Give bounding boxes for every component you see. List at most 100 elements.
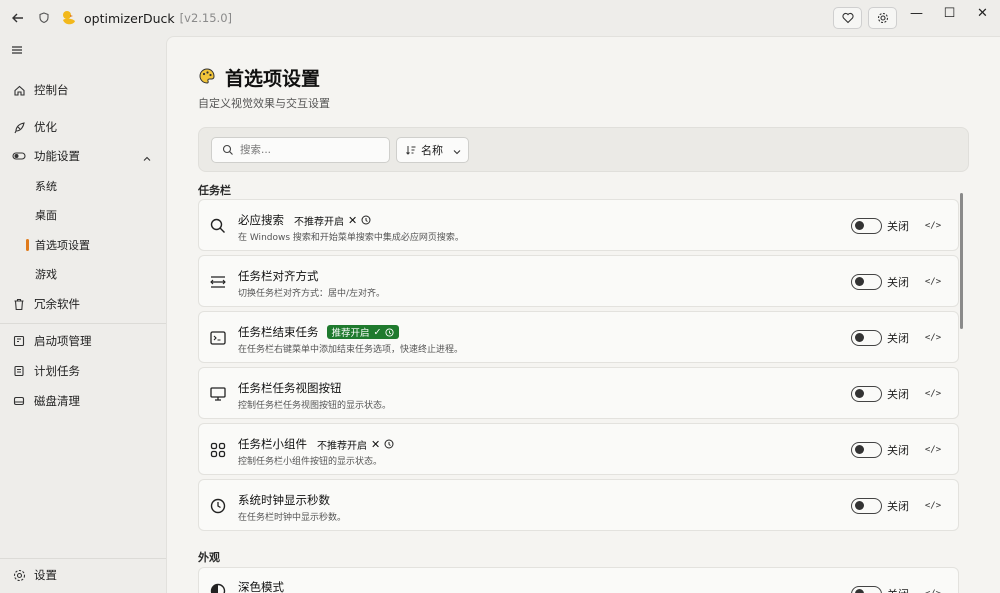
toggle-state-label: 关闭 [887,444,909,457]
x-icon: ✕ [348,213,358,227]
code-icon[interactable]: </> [923,217,943,235]
theme-button[interactable] [868,7,897,29]
setting-toggle[interactable] [851,330,882,346]
tag-label: 不推荐开启 [317,440,367,452]
chevron-up-icon [143,152,151,161]
sidebar-item-optimize[interactable]: 优化 [0,114,166,140]
gear-icon [877,12,888,24]
filter-toolbar: 名称 [198,127,969,172]
heart-icon [841,12,854,24]
setting-toggle[interactable] [851,442,882,458]
sidebar-item-dashboard[interactable]: 控制台 [0,77,166,103]
maximize-button[interactable]: ☐ [933,0,966,26]
minimize-button[interactable]: — [900,0,933,26]
scrollbar[interactable] [960,193,963,329]
sidebar-item-startup[interactable]: 启动项管理 [0,328,166,354]
code-icon[interactable]: </> [923,497,943,515]
code-icon[interactable]: </> [923,329,943,347]
not-recommended-tag: 不推荐开启 ✕ [317,437,394,452]
code-icon[interactable]: </> [923,385,943,403]
setting-title: 任务栏结束任务 [238,325,319,339]
sidebar-subitem-label: 桌面 [35,209,57,222]
startup-icon [12,334,26,348]
clock-icon [209,497,227,515]
not-recommended-tag: 不推荐开启 ✕ [294,213,371,228]
sidebar-subitem-label: 游戏 [35,268,57,281]
check-icon: ✓ [373,326,382,338]
main-panel: 首选项设置 自定义视觉效果与交互设置 名称 任务栏 必应搜索 不推荐开启 ✕ 在… [166,36,1000,593]
menu-toggle-icon[interactable] [11,44,25,58]
sidebar-item-features[interactable]: 功能设置 [0,143,166,169]
toggle-state-label: 关闭 [887,586,909,593]
setting-card: 深色模式 关闭 </> [198,567,959,593]
monitor-icon [209,385,227,403]
toggle-state-label: 关闭 [887,388,909,401]
tag-label: 不推荐开启 [294,216,344,228]
duck-logo-icon [60,9,78,27]
trash-icon [12,297,26,311]
sidebar-item-label: 磁盘清理 [34,394,80,408]
setting-card: 任务栏结束任务 推荐开启 ✓ 在任务栏右键菜单中添加结束任务选项，快速终止进程。… [198,311,959,363]
setting-toggle[interactable] [851,218,882,234]
code-icon[interactable]: </> [923,585,943,593]
toggle-state-label: 关闭 [887,276,909,289]
setting-toggle[interactable] [851,498,882,514]
setting-description: 切换任务栏对齐方式：居中/左对齐。 [238,289,386,299]
favorite-button[interactable] [833,7,862,29]
setting-description: 在任务栏右键菜单中添加结束任务选项，快速终止进程。 [238,345,464,355]
search-input[interactable] [240,144,380,156]
setting-description: 控制任务栏小组件按钮的显示状态。 [238,457,383,467]
setting-toggle[interactable] [851,274,882,290]
setting-title: 系统时钟显示秒数 [238,493,330,507]
app-title: optimizerDuck [84,10,175,26]
setting-card: 系统时钟显示秒数 在任务栏时钟中显示秒数。 关闭 </> [198,479,959,531]
info-icon [384,439,394,449]
search-icon [209,217,227,235]
sidebar-item-scheduled-tasks[interactable]: 计划任务 [0,358,166,384]
sidebar-divider [0,558,166,559]
sort-icon [405,144,417,156]
section-label-appearance: 外观 [198,551,220,564]
setting-toggle[interactable] [851,386,882,402]
home-icon [12,83,26,97]
info-icon [385,327,395,337]
sidebar-item-label: 控制台 [34,83,69,97]
sidebar-subitem-label: 首选项设置 [35,239,90,252]
sidebar-item-label: 计划任务 [34,364,80,378]
sidebar-subitem-games[interactable]: 游戏 [0,261,166,287]
sidebar-item-bloatware[interactable]: 冗余软件 [0,291,166,317]
setting-description: 在 Windows 搜索和开始菜单搜索中集成必应网页搜索。 [238,233,464,243]
page-title: 首选项设置 [225,68,321,90]
setting-card: 任务栏对齐方式 切换任务栏对齐方式：居中/左对齐。 关闭 </> [198,255,959,307]
section-label-taskbar: 任务栏 [198,184,231,197]
back-arrow-icon[interactable] [0,0,36,36]
sidebar-item-disk-cleanup[interactable]: 磁盘清理 [0,388,166,414]
sidebar-item-label: 设置 [34,568,57,582]
info-icon [361,215,371,225]
sort-label: 名称 [421,144,443,157]
terminal-icon [209,329,227,347]
search-icon [222,144,234,156]
setting-title: 任务栏小组件 [238,437,307,451]
setting-toggle[interactable] [851,586,882,593]
sidebar-divider [0,323,166,324]
sidebar-item-settings[interactable]: 设置 [0,562,166,588]
widgets-icon [209,441,227,459]
setting-card: 必应搜索 不推荐开启 ✕ 在 Windows 搜索和开始菜单搜索中集成必应网页搜… [198,199,959,251]
search-box[interactable] [211,137,390,163]
sidebar-subitem-preferences[interactable]: 首选项设置 [0,232,166,258]
sidebar-subitem-desktop[interactable]: 桌面 [0,202,166,228]
code-icon[interactable]: </> [923,441,943,459]
title-bar: optimizerDuck [v2.15.0] — ☐ ✕ [0,0,1000,36]
toggle-icon [12,149,26,163]
contrast-icon [209,582,227,593]
rocket-icon [12,120,26,134]
close-button[interactable]: ✕ [966,0,999,26]
code-icon[interactable]: </> [923,273,943,291]
sort-dropdown[interactable]: 名称 [396,137,469,163]
sidebar-subitem-system[interactable]: 系统 [0,173,166,199]
sidebar-item-label: 优化 [34,120,57,134]
setting-description: 在任务栏时钟中显示秒数。 [238,513,347,523]
chevron-down-icon [453,146,461,155]
sidebar-subitem-label: 系统 [35,180,57,193]
